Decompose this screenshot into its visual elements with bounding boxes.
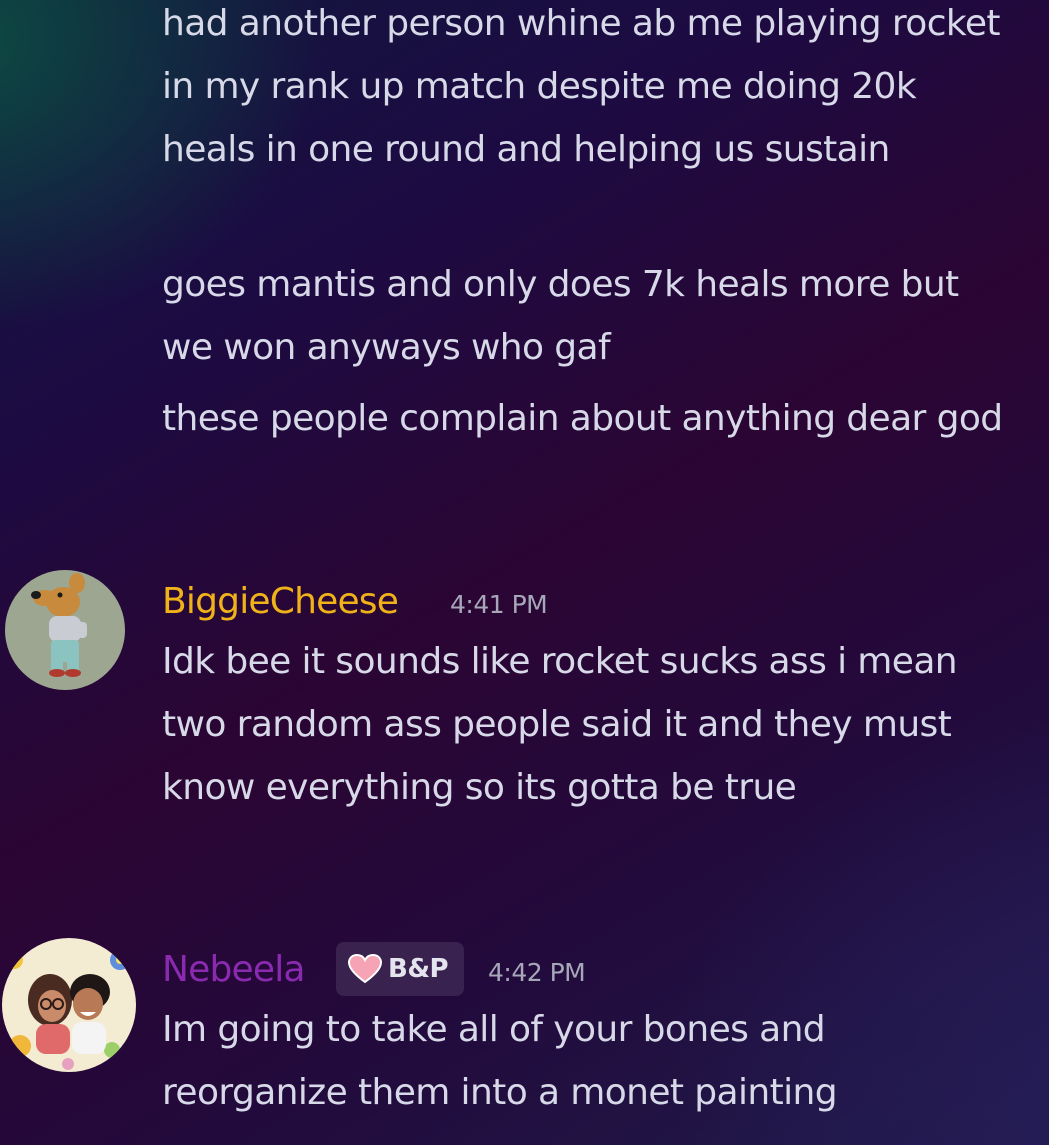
- avatar[interactable]: [5, 570, 125, 690]
- message-text: these people complain about anything dea…: [162, 398, 1003, 439]
- heart-icon: [348, 954, 382, 984]
- avatar[interactable]: [2, 938, 136, 1072]
- dog-character-icon: [31, 573, 87, 677]
- message-text: goes mantis and only does 7k heals more …: [162, 264, 959, 368]
- couple-portrait-icon: [5, 950, 130, 1070]
- timestamp: 4:41 PM: [450, 590, 548, 619]
- timestamp: 4:42 PM: [488, 958, 586, 987]
- message-text: Im going to take all of your bones and r…: [162, 1009, 838, 1113]
- message-text: had another person whine ab me playing r…: [162, 3, 1001, 170]
- message-text: Idk bee it sounds like rocket sucks ass …: [162, 641, 958, 808]
- role-tag-label: B&P: [388, 954, 449, 984]
- role-tag[interactable]: B&P: [336, 942, 464, 996]
- username[interactable]: BiggieCheese: [162, 582, 399, 622]
- username[interactable]: Nebeela: [162, 950, 306, 990]
